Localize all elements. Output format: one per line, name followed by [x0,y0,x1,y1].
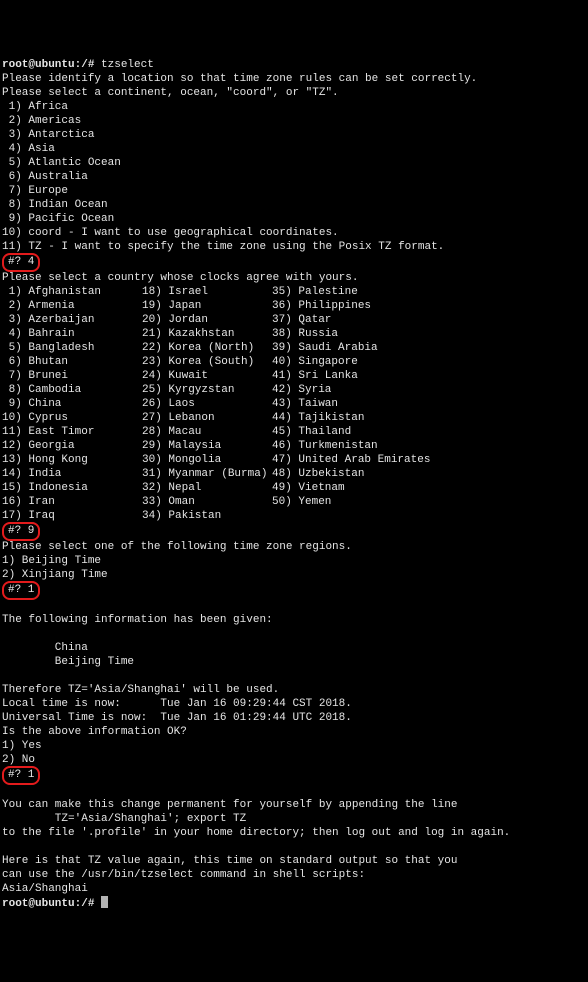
menu-option: 11) TZ - I want to specify the time zone… [2,241,444,253]
menu-option: 13) Hong Kong [2,453,142,467]
menu-option: 17) Iraq [2,509,142,523]
menu-option: 1) Beijing Time [2,555,101,567]
menu-option: 1) Afghanistan [2,285,142,299]
menu-option: 29) Malaysia [142,439,272,453]
menu-option: 10) coord - I want to use geographical c… [2,227,339,239]
menu-option: 42) Syria [272,384,331,396]
menu-option: 47) United Arab Emirates [272,454,430,466]
text-line: can use the /usr/bin/tzselect command in… [2,869,365,881]
menu-option: 11) East Timor [2,425,142,439]
menu-option: 38) Russia [272,328,338,340]
menu-option: 44) Tajikistan [272,412,364,424]
menu-option: 7) Brunei [2,369,142,383]
menu-option: 3) Azerbaijan [2,313,142,327]
menu-option: 46) Turkmenistan [272,440,378,452]
text-line: Is the above information OK? [2,726,187,738]
cursor [101,896,108,908]
menu-option: 35) Palestine [272,286,358,298]
menu-option: 12) Georgia [2,439,142,453]
menu-option: 28) Macau [142,425,272,439]
menu-option: 8) Cambodia [2,383,142,397]
menu-option: 33) Oman [142,495,272,509]
terminal-output: root@ubuntu:/# tzselect Please identify a… [2,58,586,911]
menu-option: 27) Lebanon [142,411,272,425]
menu-option: 1) Yes [2,740,42,752]
menu-option: 24) Kuwait [142,369,272,383]
menu-option: 19) Japan [142,299,272,313]
menu-option: 41) Sri Lanka [272,370,358,382]
menu-option: 7) Europe [2,185,68,197]
menu-option: 30) Mongolia [142,453,272,467]
menu-option: 23) Korea (South) [142,355,272,369]
text-line: Please select a continent, ocean, "coord… [2,87,339,99]
menu-option: 2) Armenia [2,299,142,313]
menu-option: 1) Africa [2,101,68,113]
menu-option: 9) China [2,397,142,411]
menu-option: 34) Pakistan [142,509,272,523]
menu-option: 16) Iran [2,495,142,509]
menu-option: 9) Pacific Ocean [2,213,114,225]
text-line: Beijing Time [2,656,134,668]
menu-option: 18) Israel [142,285,272,299]
menu-option: 43) Taiwan [272,398,338,410]
menu-option: 22) Korea (North) [142,341,272,355]
text-line: China [2,642,88,654]
user-input-highlight[interactable]: #? 4 [2,253,40,272]
menu-option: 32) Nepal [142,481,272,495]
menu-option: 49) Vietnam [272,482,345,494]
menu-option: 31) Myanmar (Burma) [142,467,272,481]
prompt[interactable]: root@ubuntu:/# [2,59,101,71]
text-line: Here is that TZ value again, this time o… [2,855,457,867]
menu-option: 26) Laos [142,397,272,411]
menu-option: 37) Qatar [272,314,331,326]
text-line: Universal Time is now: Tue Jan 16 01:29:… [2,712,352,724]
menu-option: 36) Philippines [272,300,371,312]
text-line: Therefore TZ='Asia/Shanghai' will be use… [2,684,279,696]
menu-option: 40) Singapore [272,356,358,368]
menu-option: 6) Australia [2,171,88,183]
menu-option: 2) Americas [2,115,81,127]
text-line: Local time is now: Tue Jan 16 09:29:44 C… [2,698,352,710]
command: tzselect [101,59,154,71]
text-line: The following information has been given… [2,614,273,626]
menu-option: 6) Bhutan [2,355,142,369]
menu-option: 20) Jordan [142,313,272,327]
text-line: to the file '.profile' in your home dire… [2,827,510,839]
menu-option: 2) No [2,754,35,766]
menu-option: 8) Indian Ocean [2,199,108,211]
menu-option: 39) Saudi Arabia [272,342,378,354]
menu-option: 25) Kyrgyzstan [142,383,272,397]
text-line: Please identify a location so that time … [2,73,477,85]
menu-option: 48) Uzbekistan [272,468,364,480]
menu-option: 21) Kazakhstan [142,327,272,341]
menu-option: 50) Yemen [272,496,331,508]
user-input-highlight[interactable]: #? 1 [2,581,40,600]
menu-option: 3) Antarctica [2,129,94,141]
text-line: TZ='Asia/Shanghai'; export TZ [2,813,246,825]
menu-option: 45) Thailand [272,426,351,438]
menu-option: 4) Bahrain [2,327,142,341]
tz-output: Asia/Shanghai [2,883,88,895]
menu-option: 10) Cyprus [2,411,142,425]
text-line: Please select a country whose clocks agr… [2,272,358,284]
text-line: You can make this change permanent for y… [2,799,457,811]
user-input-highlight[interactable]: #? 1 [2,766,40,785]
menu-option: 2) Xinjiang Time [2,569,108,581]
user-input-highlight[interactable]: #? 9 [2,522,40,541]
prompt[interactable]: root@ubuntu:/# [2,898,101,910]
menu-option: 15) Indonesia [2,481,142,495]
text-line: Please select one of the following time … [2,541,352,553]
menu-option: 4) Asia [2,143,55,155]
menu-option: 5) Atlantic Ocean [2,157,121,169]
menu-option: 14) India [2,467,142,481]
menu-option: 5) Bangladesh [2,341,142,355]
